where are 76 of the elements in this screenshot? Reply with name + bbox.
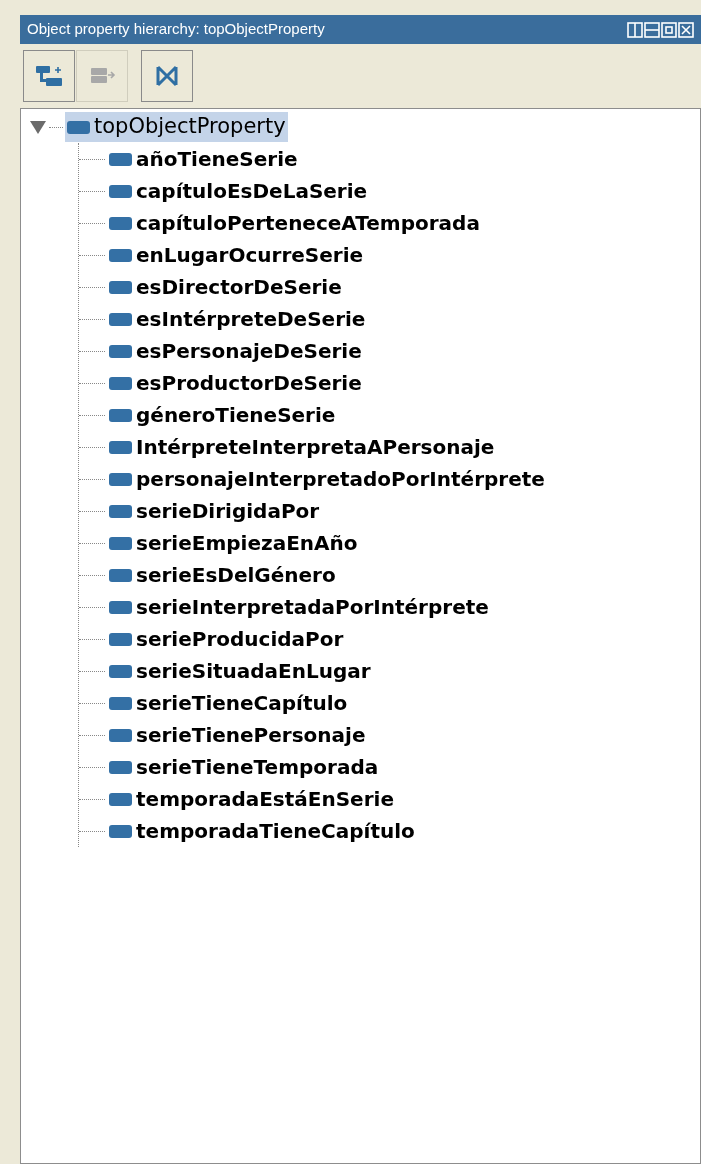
tree-item-label: capítuloPerteneceATemporada	[136, 210, 480, 237]
tree-item-label: serieInterpretadaPorIntérprete	[136, 594, 489, 621]
tree-item-label: géneroTieneSerie	[136, 402, 336, 429]
tree-item[interactable]: serieInterpretadaPorIntérprete	[105, 592, 491, 622]
property-icon	[109, 728, 132, 742]
tree-item[interactable]: esPersonajeDeSerie	[105, 336, 364, 366]
tree-item[interactable]: esDirectorDeSerie	[105, 272, 344, 302]
tree-item[interactable]: esProductorDeSerie	[105, 368, 364, 398]
tree-item-label: personajeInterpretadoPorIntérprete	[136, 466, 545, 493]
panel-title: Object property hierarchy: topObjectProperty	[27, 19, 326, 40]
tree-item-label: serieEmpiezaEnAño	[136, 530, 358, 557]
property-icon	[109, 568, 132, 582]
property-icon	[109, 440, 132, 454]
tree-item[interactable]: añoTieneSerie	[105, 144, 300, 174]
property-icon	[109, 504, 132, 518]
toolbar-button[interactable]	[141, 50, 193, 102]
toolbar-button[interactable]	[23, 50, 75, 102]
tree-item[interactable]: IntérpreteInterpretaAPersonaje	[105, 432, 497, 462]
tree-item-label: añoTieneSerie	[136, 146, 298, 173]
tree-item-label: capítuloEsDeLaSerie	[136, 178, 368, 205]
property-icon	[109, 312, 132, 326]
tree-item-label: esIntérpreteDeSerie	[136, 306, 366, 333]
property-icon	[109, 664, 132, 678]
tree-item-label: temporadaTieneCapítulo	[136, 818, 415, 845]
tree-item[interactable]: serieEmpiezaEnAño	[105, 528, 360, 558]
tree-item[interactable]: serieTieneCapítulo	[105, 688, 350, 718]
collapse-triangle-icon[interactable]	[29, 119, 47, 135]
tree-item[interactable]: temporadaEstáEnSerie	[105, 784, 396, 814]
tree-item[interactable]: capítuloPerteneceATemporada	[105, 208, 482, 238]
tree-item-label: topObjectProperty	[94, 113, 286, 141]
property-icon	[109, 376, 132, 390]
tree-item-label: esProductorDeSerie	[136, 370, 362, 397]
property-icon	[109, 408, 132, 422]
tree-item-label: temporadaEstáEnSerie	[136, 786, 394, 813]
tree-item-label: IntérpreteInterpretaAPersonaje	[136, 434, 495, 461]
property-icon	[109, 216, 132, 230]
tree-item-label: serieTieneTemporada	[136, 754, 379, 781]
property-icon	[67, 120, 90, 134]
tree-item[interactable]: géneroTieneSerie	[105, 400, 338, 430]
tree-item-label: serieDirigidaPor	[136, 498, 320, 525]
property-icon	[109, 280, 132, 294]
tree-item[interactable]: serieProducidaPor	[105, 624, 346, 654]
tree-item-label: serieProducidaPor	[136, 626, 344, 653]
tree-item[interactable]: temporadaTieneCapítulo	[105, 816, 417, 846]
tree-item-label: enLugarOcurreSerie	[136, 242, 364, 269]
property-icon	[109, 824, 132, 838]
delete-icon	[154, 63, 180, 89]
property-icon	[109, 184, 132, 198]
tree-item[interactable]: enLugarOcurreSerie	[105, 240, 366, 270]
property-icon	[109, 248, 132, 262]
tree-item-label: esPersonajeDeSerie	[136, 338, 362, 365]
tree-item[interactable]: serieTieneTemporada	[105, 752, 381, 782]
property-icon	[109, 632, 132, 646]
tree-item-label: serieTieneCapítulo	[136, 690, 348, 717]
property-icon	[109, 472, 132, 486]
tree-item[interactable]: esIntérpreteDeSerie	[105, 304, 368, 334]
hierarchy-add-icon	[34, 63, 64, 89]
tree-item-label: serieSituadaEnLugar	[136, 658, 371, 685]
property-icon	[109, 760, 132, 774]
tree-item[interactable]: personajeInterpretadoPorIntérprete	[105, 464, 547, 494]
tree-item[interactable]: serieSituadaEnLugar	[105, 656, 373, 686]
tree-item[interactable]: capítuloEsDeLaSerie	[105, 176, 370, 206]
window-buttons-icon[interactable]	[627, 21, 697, 38]
property-icon	[109, 696, 132, 710]
tree-item-label: serieTienePersonaje	[136, 722, 366, 749]
tree-item-label: esDirectorDeSerie	[136, 274, 342, 301]
tree-item[interactable]: serieEsDelGénero	[105, 560, 338, 590]
property-icon	[109, 152, 132, 166]
property-icon	[109, 344, 132, 358]
tree-item-label: serieEsDelGénero	[136, 562, 336, 589]
property-icon	[109, 536, 132, 550]
tree-item[interactable]: serieTienePersonaje	[105, 720, 368, 750]
property-icon	[109, 792, 132, 806]
tree-item[interactable]: topObjectProperty	[65, 112, 288, 142]
tree-item[interactable]: serieDirigidaPor	[105, 496, 322, 526]
property-icon	[109, 600, 132, 614]
